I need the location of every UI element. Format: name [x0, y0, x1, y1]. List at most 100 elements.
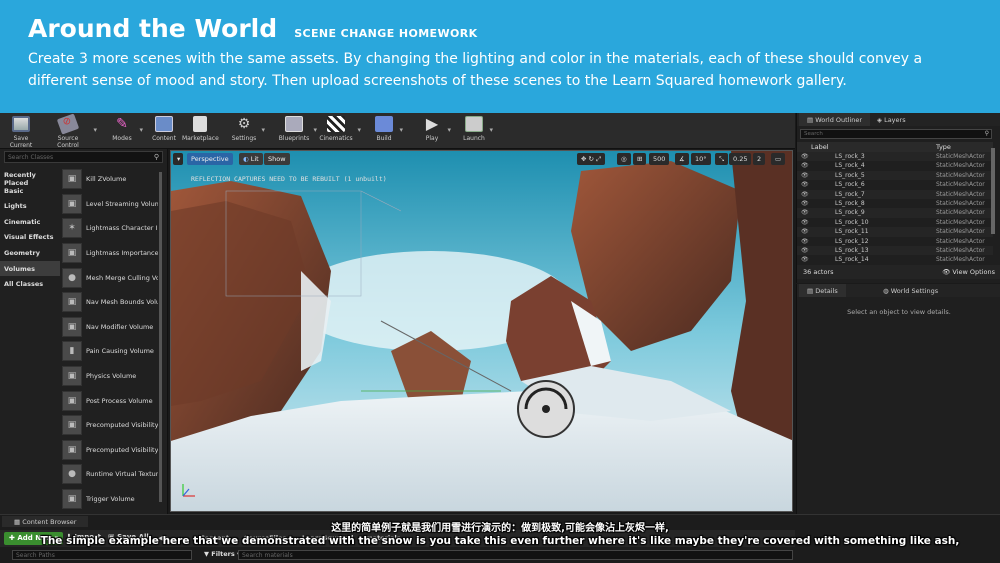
list-item[interactable]: ▣ Lightmass Importance	[62, 241, 158, 266]
blueprints-button[interactable]: Blueprints ▾	[278, 116, 317, 142]
category-geometry[interactable]: Geometry	[0, 245, 60, 261]
search-classes-input[interactable]: Search Classes ⚲	[4, 151, 163, 163]
list-item[interactable]: ▣ Nav Mesh Bounds Volu	[62, 290, 158, 315]
volume-icon: ▣	[62, 292, 82, 313]
volume-list: ▣ Kill ZVolume ▣ Level Streaming Volum ✶ Li…	[62, 167, 158, 511]
eye-icon[interactable]: 👁	[801, 200, 809, 207]
table-row[interactable]: 👁 LS_rock_3 StaticMeshActor	[797, 152, 993, 162]
main-toolbar: Save Current ⊘ Source Control ▾ ✎ Modes …	[0, 113, 795, 149]
scrollbar[interactable]	[991, 148, 995, 234]
eye-icon[interactable]: 👁	[801, 162, 809, 169]
chevron-down-icon[interactable]: ▾	[93, 126, 97, 134]
modes-button[interactable]: ✎ Modes ▾	[108, 116, 143, 142]
build-button[interactable]: Build ▾	[372, 116, 403, 142]
transform-mode-icons[interactable]: ✥ ↻ ⤢	[577, 153, 606, 165]
table-row[interactable]: 👁 LS_rock_5 StaticMeshActor	[797, 170, 993, 181]
table-row[interactable]: 👁 LS_rock_11 StaticMeshActor	[797, 227, 993, 237]
launch-button[interactable]: Launch ▾	[462, 116, 493, 142]
cinematics-button[interactable]: Cinematics ▾	[318, 116, 361, 142]
eye-icon[interactable]: 👁	[801, 172, 809, 179]
viewport-menu-button[interactable]: ▾	[173, 153, 183, 165]
chevron-down-icon[interactable]: ▾	[261, 126, 265, 134]
table-row[interactable]: 👁 LS_rock_10 StaticMeshActor	[797, 218, 993, 227]
camera-speed-value[interactable]: 2	[753, 153, 766, 165]
tab-world-settings[interactable]: ◍ World Settings	[875, 284, 946, 297]
eye-icon[interactable]: 👁	[801, 153, 809, 160]
marketplace-button[interactable]: Marketplace	[182, 116, 219, 142]
search-icon: ⚲	[153, 153, 159, 161]
scale-snap-icon[interactable]: ⤡	[715, 153, 729, 165]
banner-title: Around the World	[28, 14, 278, 43]
volume-icon: ▣	[62, 489, 82, 510]
settings-button[interactable]: ⚙ Settings ▾	[230, 116, 265, 142]
lit-button[interactable]: ◐ Lit	[239, 153, 263, 165]
outliner-search-input[interactable]: Search ⚲	[800, 129, 992, 139]
world-local-icon[interactable]: ◎	[617, 153, 631, 165]
table-row[interactable]: 👁 LS_rock_14 StaticMeshActor	[797, 255, 993, 264]
eye-icon[interactable]: 👁	[801, 247, 809, 254]
rotation-snap-icon[interactable]: ∡	[675, 153, 689, 165]
table-row[interactable]: 👁 LS_rock_9 StaticMeshActor	[797, 208, 993, 218]
category-all-classes[interactable]: All Classes	[0, 276, 60, 292]
rotation-snap-value[interactable]: 10°	[691, 153, 711, 165]
list-item[interactable]: ▣ Level Streaming Volum	[62, 192, 158, 217]
search-paths-input[interactable]: Search Paths	[12, 550, 192, 560]
list-item[interactable]: ▮ Pain Causing Volume	[62, 339, 158, 364]
save-current-button[interactable]: Save Current	[4, 116, 38, 149]
eye-icon[interactable]: 👁	[801, 256, 809, 263]
chevron-down-icon[interactable]: ▾	[139, 126, 143, 134]
maximize-icon[interactable]: ▭	[771, 153, 786, 165]
list-item[interactable]: ▣ Precomputed Visibility	[62, 413, 158, 438]
list-item[interactable]: ▣ Trigger Volume	[62, 487, 158, 512]
list-item[interactable]: ▣ Physics Volume	[62, 364, 158, 389]
list-item[interactable]: ▣ Post Process Volume	[62, 388, 158, 413]
grid-snap-value[interactable]: 500	[649, 153, 670, 165]
scale-snap-value[interactable]: 0.25	[729, 153, 752, 165]
list-item[interactable]: ✶ Lightmass Character In	[62, 216, 158, 241]
eye-icon[interactable]: 👁	[801, 228, 809, 235]
table-row[interactable]: 👁 LS_rock_4 StaticMeshActor	[797, 161, 993, 170]
table-row[interactable]: 👁 LS_rock_8 StaticMeshActor	[797, 199, 993, 208]
chevron-down-icon[interactable]: ▾	[447, 126, 451, 134]
chevron-down-icon[interactable]: ▾	[313, 126, 317, 134]
list-item[interactable]: ▣ Kill ZVolume	[62, 167, 158, 192]
eye-icon[interactable]: 👁	[801, 238, 809, 245]
chevron-down-icon[interactable]: ▾	[399, 126, 403, 134]
source-control-button[interactable]: ⊘ Source Control ▾	[46, 113, 97, 149]
list-item[interactable]: ● Mesh Merge Culling Vo	[62, 265, 158, 290]
perspective-button[interactable]: Perspective	[187, 153, 233, 165]
level-viewport[interactable]: ▾ Perspective ◐ Lit Show ✥ ↻ ⤢ ◎ ⊞ 500 ∡…	[170, 150, 793, 512]
tab-layers[interactable]: ◈ Layers	[869, 113, 914, 126]
show-button[interactable]: Show	[264, 153, 290, 165]
filters-button[interactable]: ▼ Filters ▾	[204, 550, 240, 558]
category-visual-effects[interactable]: Visual Effects	[0, 229, 60, 245]
play-button[interactable]: ▶ Play ▾	[420, 116, 451, 143]
list-item[interactable]: ▣ Nav Modifier Volume	[62, 315, 158, 340]
chevron-down-icon[interactable]: ▾	[489, 126, 493, 134]
list-item[interactable]: ● Runtime Virtual Textur	[62, 462, 158, 487]
eye-icon[interactable]: 👁	[801, 209, 809, 216]
view-options-button[interactable]: 👁 View Options	[942, 268, 995, 276]
surface-snap-icon[interactable]: ⊞	[633, 153, 647, 165]
eye-icon[interactable]: 👁	[801, 191, 809, 198]
category-lights[interactable]: Lights	[0, 198, 60, 214]
eye-icon[interactable]: 👁	[801, 219, 809, 226]
list-item[interactable]: ▣ Precomputed Visibility	[62, 438, 158, 463]
search-materials-input[interactable]: Search materials	[238, 550, 793, 560]
chevron-down-icon[interactable]: ▾	[357, 126, 361, 134]
table-row[interactable]: 👁 LS_rock_13 StaticMeshActor	[797, 245, 993, 256]
eye-icon[interactable]: 👁	[801, 181, 809, 188]
content-button[interactable]: Content	[150, 116, 178, 142]
table-row[interactable]: 👁 LS_rock_6 StaticMeshActor	[797, 180, 993, 189]
category-recently-placed[interactable]: Recently Placed	[0, 167, 60, 187]
tab-world-outliner[interactable]: ▤ World Outliner	[799, 113, 871, 126]
gear-icon: ⚙	[237, 116, 251, 132]
category-volumes[interactable]: Volumes	[0, 260, 60, 277]
scrollbar[interactable]	[159, 172, 162, 502]
table-row[interactable]: 👁 LS_rock_7 StaticMeshActor	[797, 189, 993, 199]
category-cinematic[interactable]: Cinematic	[0, 214, 60, 230]
column-label[interactable]: Label	[811, 143, 829, 151]
column-type[interactable]: Type	[936, 143, 951, 151]
tab-details[interactable]: ▤ Details	[799, 284, 846, 297]
table-row[interactable]: 👁 LS_rock_12 StaticMeshActor	[797, 237, 993, 246]
